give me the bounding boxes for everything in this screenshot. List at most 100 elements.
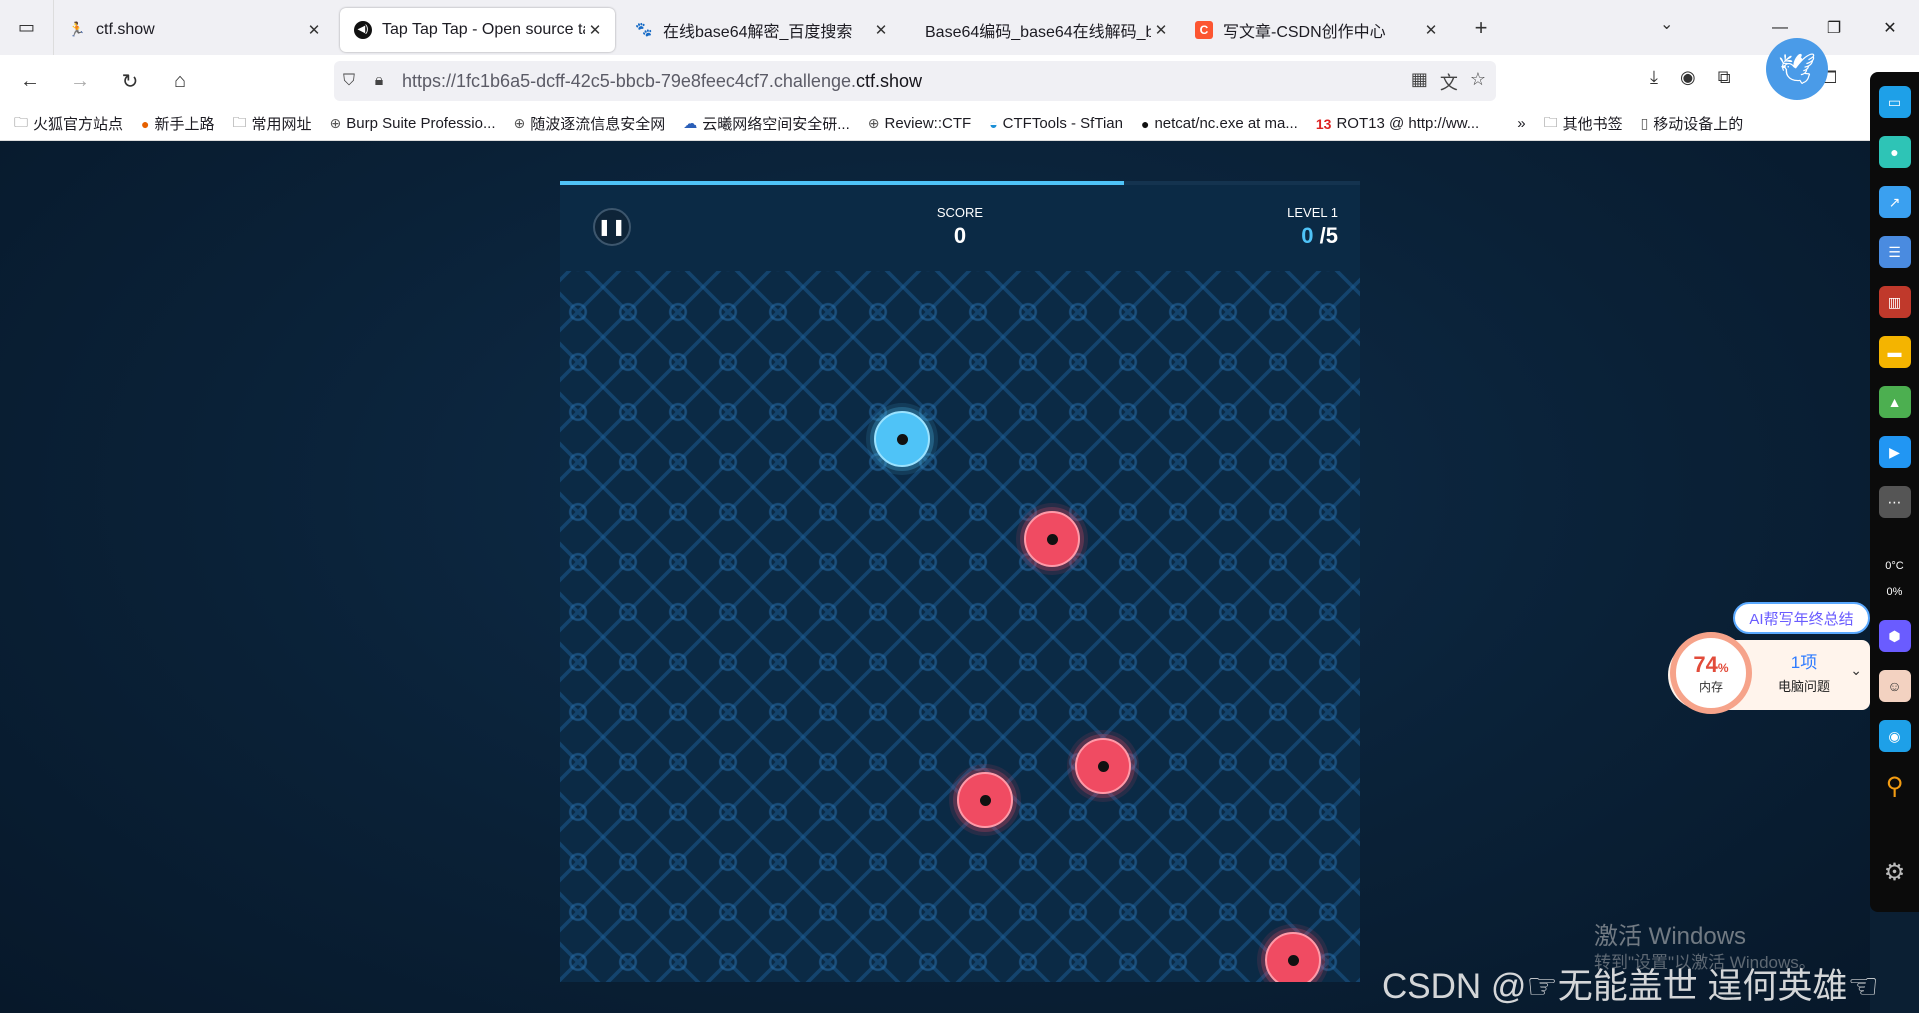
pause-button[interactable]: ❚❚: [593, 208, 631, 246]
desktop-side-toolbar: ▭ ● ↗ ☰ ▥ ▬ ▲ ▶ ⋯ 0°C 0% ⬢ ☺ ◉ ⚲ ⚙: [1870, 72, 1919, 912]
bookmark-label: Review::CTF: [884, 115, 972, 132]
lock-icon[interactable]: 🔒︎: [364, 72, 394, 90]
image-icon[interactable]: ▲: [1878, 386, 1911, 418]
bookmark-item[interactable]: ⊕ 随波逐流信息安全网: [514, 113, 666, 134]
avatar-icon[interactable]: ☺: [1878, 670, 1911, 702]
bookmark-item[interactable]: ◒ CTFTools - SfTian: [989, 115, 1123, 132]
bookmark-label: 移动设备上的: [1653, 116, 1744, 133]
close-icon[interactable]: ✕: [304, 21, 324, 39]
phone-icon: ▯: [1640, 115, 1649, 131]
bookmarks-overflow-chevron-icon[interactable]: »: [1517, 115, 1525, 132]
tab-tap-tap-tap[interactable]: ◀) Tap Tap Tap - Open source ta ✕: [340, 7, 615, 52]
blue-target[interactable]: [874, 411, 930, 467]
bird-assistant-icon[interactable]: 🕊: [1766, 38, 1828, 100]
target-center-dot: [1287, 954, 1299, 966]
bookmark-item[interactable]: ☁ 云曦网络空间安全研...: [683, 113, 850, 134]
bookmark-item[interactable]: 13 ROT13 @ http://ww...: [1316, 115, 1479, 132]
tab-base64[interactable]: Base64编码_base64在线解码_bas ✕: [901, 8, 1181, 52]
home-button[interactable]: ⌂: [158, 59, 202, 103]
game-hud: ❚❚ SCORE 0 LEVEL 1 0 /5: [560, 185, 1360, 271]
bookmark-item[interactable]: 🗀 火狐官方站点: [14, 112, 123, 136]
close-icon[interactable]: ✕: [871, 21, 891, 39]
memory-gauge: 74% 内存: [1670, 632, 1752, 714]
url-text[interactable]: https://1fc1b6a5-dcff-42c5-bbcb-79e8feec…: [402, 71, 922, 92]
forward-button[interactable]: →: [58, 59, 102, 103]
mobile-bookmarks[interactable]: ▯ 移动设备上的: [1641, 113, 1744, 134]
memory-label: 内存: [1698, 679, 1723, 694]
hexagon-app-icon[interactable]: ⬢: [1878, 620, 1911, 652]
search-icon[interactable]: ⚲: [1879, 770, 1911, 802]
close-icon[interactable]: ✕: [585, 21, 605, 39]
shortcut-icon[interactable]: ↗: [1878, 186, 1911, 218]
page-content: ❚❚ SCORE 0 LEVEL 1 0 /5: [0, 141, 1870, 1013]
bookmark-label: netcat/nc.exe at ma...: [1154, 115, 1298, 132]
ai-year-summary-pill[interactable]: AI帮写年终总结: [1733, 602, 1870, 634]
level-current: 0: [1301, 223, 1314, 248]
bookmarks-bar: 🗀 火狐官方站点 ● 新手上路 🗀 常用网址 ⊕ Burp Suite Professi…: [0, 107, 1919, 141]
tab-title: Base64编码_base64在线解码_bas: [925, 23, 1151, 41]
other-bookmarks[interactable]: 🗀 其他书签: [1544, 112, 1623, 136]
archive-icon[interactable]: ▥: [1878, 286, 1911, 318]
monitor-icon[interactable]: ▭: [1878, 86, 1911, 118]
url-bar[interactable]: ⛉ 🔒︎ https://1fc1b6a5-dcff-42c5-bbcb-79e…: [334, 61, 1496, 101]
windows-activation-watermark: 激活 Windows: [1594, 923, 1747, 950]
download-icon[interactable]: ⤓: [1650, 67, 1658, 88]
tab-ctfshow[interactable]: 🏃 ctf.show ✕: [54, 8, 334, 52]
bookmark-item[interactable]: ● 新手上路: [141, 113, 214, 134]
user-icon[interactable]: ●: [1878, 136, 1911, 168]
temperature-reading: 0°C: [1885, 560, 1904, 572]
red-target[interactable]: [1024, 511, 1080, 567]
shield-icon[interactable]: ⛉: [334, 72, 364, 90]
account-icon[interactable]: ◉: [1680, 67, 1696, 88]
video-icon[interactable]: ▶: [1878, 436, 1911, 468]
memory-percent-unit: %: [1717, 660, 1729, 675]
tab-overview-icon[interactable]: ▭: [0, 0, 54, 55]
document-icon[interactable]: ☰: [1878, 236, 1911, 268]
memory-widget[interactable]: 74% 内存 1项 电脑问题 ⌄: [1668, 632, 1870, 714]
tab-csdn[interactable]: C 写文章-CSDN创作中心 ✕: [1181, 8, 1451, 52]
chevron-down-icon[interactable]: ⌄: [1850, 662, 1862, 679]
red-target[interactable]: [1075, 738, 1131, 794]
level-label: LEVEL 1: [1287, 205, 1338, 220]
screenshot-icon[interactable]: ⧉: [1718, 67, 1731, 88]
eye-monitor-icon[interactable]: ◉: [1878, 720, 1911, 752]
more-icon[interactable]: ⋯: [1878, 486, 1911, 518]
nav-bar: ← → ↻ ⌂ ⛉ 🔒︎ https://1fc1b6a5-dcff-42c5-…: [0, 55, 1919, 107]
target-center-dot: [979, 794, 991, 806]
back-button[interactable]: ←: [8, 59, 52, 103]
red-target[interactable]: [1265, 932, 1321, 982]
target-center-dot: [1046, 533, 1058, 545]
reload-button[interactable]: ↻: [108, 59, 152, 103]
tab-bar: ▭ 🏃 ctf.show ✕ ◀) Tap Tap Tap - Open sou…: [0, 0, 1919, 55]
bookmark-item[interactable]: ⊕ Burp Suite Professio...: [330, 115, 496, 132]
rot13-icon: 13: [1315, 115, 1332, 132]
bookmark-star-icon[interactable]: ☆: [1470, 69, 1486, 95]
tab-list-chevron-icon[interactable]: ⌄: [1660, 14, 1673, 34]
bookmark-label: 火狐官方站点: [33, 116, 124, 133]
close-icon[interactable]: ✕: [1151, 21, 1171, 39]
qr-code-icon[interactable]: ▦: [1411, 69, 1428, 95]
tab-title: 写文章-CSDN创作中心: [1223, 23, 1386, 41]
csdn-icon: C: [1195, 20, 1213, 39]
close-window-button[interactable]: ✕: [1862, 0, 1918, 55]
game-board[interactable]: ❚❚ SCORE 0 LEVEL 1 0 /5: [560, 181, 1360, 982]
cloud-icon: ☁: [683, 115, 698, 131]
cpu-reading: 0%: [1886, 586, 1903, 598]
red-target[interactable]: [957, 772, 1013, 828]
new-tab-button[interactable]: +: [1461, 15, 1501, 41]
target-center-dot: [1097, 760, 1109, 772]
close-icon[interactable]: ✕: [1421, 21, 1441, 39]
tab-baidu-search[interactable]: 🐾 在线base64解密_百度搜索 ✕: [621, 8, 901, 52]
level-total: /5: [1319, 223, 1338, 248]
issue-count: 1项: [1790, 653, 1818, 672]
score-value: 0: [953, 223, 967, 248]
target-center-dot: [896, 433, 908, 445]
bookmark-item[interactable]: ● netcat/nc.exe at ma...: [1141, 115, 1298, 132]
gear-icon[interactable]: ⚙: [1879, 856, 1911, 888]
bookmark-item[interactable]: ⊕ Review::CTF: [868, 115, 971, 132]
globe-icon: ⊕: [513, 115, 526, 131]
folder-icon[interactable]: ▬: [1878, 336, 1911, 368]
translate-icon[interactable]: 文: [1440, 69, 1458, 95]
csdn-watermark: CSDN @☞无能盖世 逞何英雄☜: [1382, 967, 1879, 1006]
bookmark-item[interactable]: 🗀 常用网址: [233, 112, 312, 136]
